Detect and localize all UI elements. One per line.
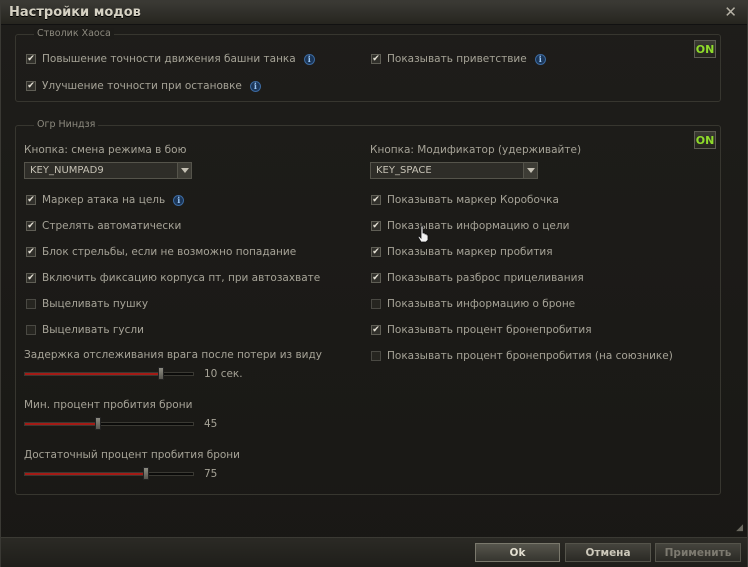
dropdown-label: Кнопка: смена режима в бою [24, 144, 187, 156]
checkbox[interactable]: ✔ [26, 81, 36, 91]
checkbox-row[interactable]: ✔ Включить фиксацию корпуса пт, при авто… [26, 272, 320, 284]
checkbox-label: Показывать разброс прицеливания [387, 272, 584, 284]
checkbox-row[interactable]: ✔ Показывать информацию о цели [371, 220, 569, 232]
checkbox-row[interactable]: ✔ Показывать информацию о броне [371, 298, 575, 310]
tracking-delay-slider[interactable] [24, 367, 194, 380]
checkbox[interactable]: ✔ [371, 195, 381, 205]
checkbox[interactable]: ✔ [371, 273, 381, 283]
group-legend: Огр Ниндзя [34, 119, 99, 130]
dropdown-label: Кнопка: Модификатор (удерживайте) [370, 144, 582, 156]
checkbox-label: Улучшение точности при остановке [42, 80, 242, 92]
checkbox-label: Показывать маркер Коробочка [387, 194, 559, 206]
slider-value: 75 [204, 468, 218, 480]
checkbox-row[interactable]: ✔ Показывать маркер пробития [371, 246, 553, 258]
slider-handle[interactable] [158, 367, 164, 380]
apply-button[interactable]: Применить [655, 543, 741, 562]
checkbox-label: Показывать информацию о броне [387, 298, 576, 310]
checkbox[interactable]: ✔ [371, 221, 381, 231]
checkbox-row[interactable]: ✔ Показывать процент бронепробития (на с… [371, 350, 673, 362]
dropdown-value: KEY_SPACE [376, 165, 432, 176]
checkbox-row[interactable]: ✔ Показывать разброс прицеливания [371, 272, 584, 284]
info-icon[interactable]: i [173, 194, 185, 206]
close-icon[interactable]: ✕ [724, 4, 737, 20]
slider-fill [25, 373, 161, 375]
slider-handle[interactable] [143, 467, 149, 480]
checkbox[interactable]: ✔ [26, 195, 36, 205]
checkbox-row[interactable]: ✔ Маркер атака на цель i [26, 194, 185, 206]
checkbox-row[interactable]: ✔ Показывать маркер Коробочка [371, 194, 559, 206]
checkbox-row[interactable]: ✔ Выцеливать гусли [26, 324, 144, 336]
checkbox-label: Включить фиксацию корпуса пт, при автоза… [42, 272, 321, 284]
checkbox[interactable]: ✔ [26, 247, 36, 257]
slider-fill [25, 473, 146, 475]
checkbox-label: Повышение точности движения башни танка [42, 53, 296, 65]
checkbox[interactable]: ✔ [26, 273, 36, 283]
checkbox-row[interactable]: ✔ Показывать процент бронепробития [371, 324, 592, 336]
slider-value: 10 сек. [204, 368, 243, 380]
checkbox-label: Блок стрельбы, если не возможно попадани… [42, 246, 297, 258]
info-icon[interactable]: i [249, 80, 261, 92]
toggle-on-button[interactable]: ON [694, 40, 716, 58]
checkbox-label: Выцеливать гусли [42, 324, 144, 336]
resize-grip-icon[interactable]: ◢ [736, 523, 743, 533]
checkbox-row[interactable]: ✔ Улучшение точности при остановке i [26, 80, 261, 92]
checkbox-label: Показывать процент бронепробития (на сою… [387, 350, 673, 362]
ok-button[interactable]: Ok [475, 543, 560, 562]
checkbox[interactable]: ✔ [371, 351, 381, 361]
checkbox[interactable]: ✔ [26, 54, 36, 64]
checkbox[interactable]: ✔ [371, 54, 381, 64]
checkbox-label: Стрелять автоматически [42, 220, 182, 232]
slider-label: Задержка отслеживания врага после потери… [24, 349, 322, 361]
chevron-down-icon[interactable] [177, 163, 191, 178]
info-icon[interactable]: i [303, 53, 315, 65]
slider-label: Достаточный процент пробития брони [24, 449, 240, 461]
checkbox[interactable]: ✔ [371, 325, 381, 335]
title-bar[interactable]: Настройки модов ✕ [1, 1, 747, 25]
checkbox-label: Выцеливать пушку [42, 298, 149, 310]
dropdown-value: KEY_NUMPAD9 [30, 165, 104, 176]
checkbox-row[interactable]: ✔ Стрелять автоматически [26, 220, 181, 232]
checkbox[interactable]: ✔ [26, 325, 36, 335]
checkbox-row[interactable]: ✔ Показывать приветствие i [371, 53, 546, 65]
slider-label: Мин. процент пробития брони [24, 399, 193, 411]
info-icon[interactable]: i [534, 53, 546, 65]
slider-handle[interactable] [95, 417, 101, 430]
group-ogre-ninja: Огр Ниндзя ON Кнопка: смена режима в бою… [15, 119, 721, 495]
checkbox-label: Показывать информацию о цели [387, 220, 570, 232]
checkbox[interactable]: ✔ [371, 299, 381, 309]
min-penetration-slider[interactable] [24, 417, 194, 430]
checkbox-row[interactable]: ✔ Повышение точности движения башни танк… [26, 53, 315, 65]
cancel-button[interactable]: Отмена [565, 543, 651, 562]
window-title: Настройки модов [9, 5, 141, 20]
checkbox-label: Показывать маркер пробития [387, 246, 553, 258]
checkbox[interactable]: ✔ [26, 299, 36, 309]
chevron-down-icon[interactable] [523, 163, 537, 178]
sufficient-penetration-slider[interactable] [24, 467, 194, 480]
checkbox-label: Маркер атака на цель [42, 194, 166, 206]
checkbox-row[interactable]: ✔ Выцеливать пушку [26, 298, 148, 310]
slider-value: 45 [204, 418, 218, 430]
group-chaos-barrel: Стволик Хаоса ON ✔ Повышение точности дв… [15, 28, 721, 102]
checkbox-label: Показывать приветствие [387, 53, 527, 65]
toggle-on-button[interactable]: ON [694, 131, 716, 149]
hand-cursor-icon [417, 225, 429, 243]
group-legend: Стволик Хаоса [34, 28, 114, 39]
slider-fill [25, 423, 98, 425]
checkbox[interactable]: ✔ [371, 247, 381, 257]
checkbox-row[interactable]: ✔ Блок стрельбы, если не возможно попада… [26, 246, 296, 258]
checkbox-label: Показывать процент бронепробития [387, 324, 592, 336]
mod-settings-window: Настройки модов ✕ Стволик Хаоса ON ✔ Пов… [0, 0, 748, 567]
key-mode-dropdown[interactable]: KEY_NUMPAD9 [24, 162, 192, 179]
key-modifier-dropdown[interactable]: KEY_SPACE [370, 162, 538, 179]
checkbox[interactable]: ✔ [26, 221, 36, 231]
